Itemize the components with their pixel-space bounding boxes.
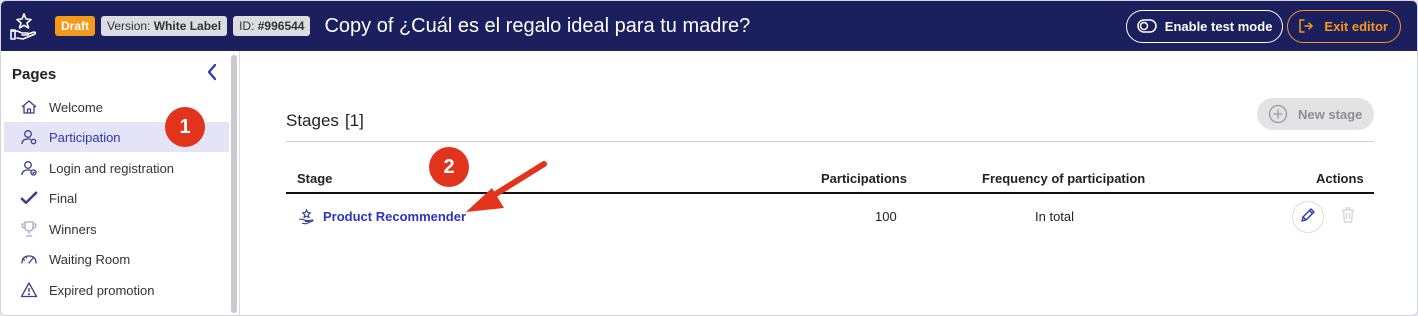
status-badge: Draft <box>55 16 96 36</box>
sidebar-item-login-registration[interactable]: Login and registration <box>4 153 229 183</box>
version-badge: Version: White Label <box>101 16 228 36</box>
stage-name: Product Recommender <box>323 209 467 224</box>
stages-heading: Stages [1] <box>286 111 364 131</box>
gauge-icon <box>19 249 39 269</box>
stage-link-product-recommender[interactable]: Product Recommender <box>298 208 466 225</box>
id-badge: ID: #996544 <box>233 16 311 36</box>
column-header-stage: Stage <box>297 171 333 186</box>
exit-icon <box>1298 18 1314 34</box>
sidebar-item-label: Waiting Room <box>49 251 131 267</box>
exit-editor-button[interactable]: Exit editor <box>1287 9 1401 43</box>
sidebar-item-label: Login and registration <box>49 160 175 176</box>
sidebar-item-label: Winners <box>49 221 97 237</box>
sidebar-scrollbar[interactable] <box>231 55 237 313</box>
stages-title: Stages <box>286 111 339 130</box>
edit-stage-button[interactable] <box>1292 201 1324 233</box>
sidebar-item-label: Welcome <box>49 99 103 115</box>
enable-test-mode-label: Enable test mode <box>1164 18 1273 34</box>
sidebar-item-label: Expired promotion <box>49 282 155 298</box>
trash-icon <box>1340 206 1356 229</box>
sidebar-item-winners[interactable]: Winners <box>4 214 229 244</box>
frequency-value: In total <box>1035 209 1075 224</box>
sidebar-heading: Pages <box>12 66 57 83</box>
version-label: Version: <box>107 19 151 33</box>
id-value: #996544 <box>257 19 305 33</box>
pencil-icon <box>1299 206 1317 229</box>
gift-hand-logo-icon[interactable] <box>7 9 41 43</box>
sidebar-item-label: Final <box>49 190 78 206</box>
app-window: Draft Version: White Label ID: #996544 C… <box>0 0 1418 316</box>
plus-circle-icon <box>1268 104 1288 124</box>
sidebar-item-expired-promotion[interactable]: Expired promotion <box>4 275 229 305</box>
pages-sidebar: Pages Welcome Participation Login and re… <box>1 51 240 315</box>
user-login-icon <box>19 158 39 178</box>
gift-hand-icon <box>298 208 315 225</box>
top-navbar: Draft Version: White Label ID: #996544 C… <box>1 1 1417 51</box>
user-cog-icon <box>19 127 39 147</box>
id-label: ID: <box>239 19 255 33</box>
stages-count: [1] <box>344 111 364 130</box>
home-icon <box>19 97 39 117</box>
collapse-sidebar-chevron-left-icon[interactable] <box>205 63 219 81</box>
column-header-frequency: Frequency of participation <box>982 171 1146 186</box>
new-stage-button[interactable]: New stage <box>1257 98 1374 130</box>
version-value: White Label <box>153 19 222 33</box>
participations-value: 100 <box>875 209 897 224</box>
warning-icon <box>19 280 39 300</box>
enable-test-mode-button[interactable]: Enable test mode <box>1125 9 1284 43</box>
page-title: Copy of ¿Cuál es el regalo ideal para tu… <box>324 14 751 37</box>
column-header-participations: Participations <box>821 171 907 186</box>
sidebar-item-final[interactable]: Final <box>4 183 229 213</box>
column-header-actions: Actions <box>1316 171 1364 186</box>
sidebar-item-label: Participation <box>49 129 121 145</box>
annotation-arrow-icon <box>466 161 547 212</box>
delete-stage-button[interactable] <box>1332 201 1364 233</box>
new-stage-label: New stage <box>1298 106 1363 122</box>
divider <box>286 141 1374 142</box>
table-header-divider <box>286 192 1374 194</box>
sidebar-item-waiting-room[interactable]: Waiting Room <box>4 244 229 274</box>
trophy-icon <box>19 219 39 239</box>
exit-editor-label: Exit editor <box>1324 18 1388 34</box>
annotation-step-1: 1 <box>165 107 205 147</box>
check-icon <box>19 188 39 208</box>
toggle-icon <box>1137 19 1157 33</box>
